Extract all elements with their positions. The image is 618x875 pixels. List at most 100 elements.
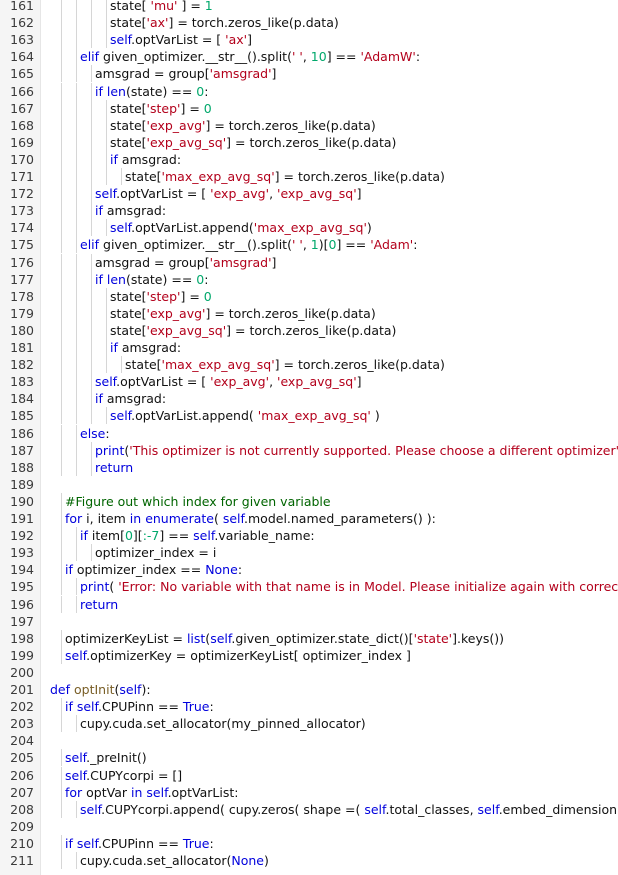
code-token: for: [65, 511, 83, 526]
code-line[interactable]: 168 state['exp_avg'] = torch.zeros_like(p…: [0, 116, 618, 134]
code-line[interactable]: 211 cupy.cuda.set_allocator(None): [0, 852, 618, 869]
code-line[interactable]: 172 self.optVarList = [ 'exp_avg', 'exp_a…: [0, 185, 618, 203]
code-token: .optVarList = [: [131, 32, 226, 48]
line-number: 191: [10, 511, 34, 526]
code-line[interactable]: 197: [0, 613, 618, 630]
code-line[interactable]: 199 self.optimizerKey = optimizerKeyList[…: [0, 646, 618, 664]
code-line[interactable]: 208 self.CUPYcorpi.append( cupy.zeros( sh…: [0, 800, 618, 818]
code-line[interactable]: 202 if self.CPUPinn == True:: [0, 698, 618, 716]
indent-guide: [91, 287, 92, 305]
code-token: )[: [318, 237, 329, 253]
indent-guide: [61, 561, 62, 579]
indent-guide: [61, 202, 62, 220]
indent-guide: [76, 800, 77, 818]
code-token: 'exp_avg': [146, 305, 206, 321]
indent-guide: [91, 14, 92, 32]
code-token: 'ax': [225, 32, 248, 48]
code-token: ]: [356, 186, 362, 202]
code-token: 'exp_avg_sq': [277, 186, 357, 202]
indent-guide: [91, 99, 92, 117]
code-line[interactable]: 188 return: [0, 458, 618, 476]
code-token: ] ==: [326, 49, 361, 65]
code-line[interactable]: 195 print( 'Error: No variable with that …: [0, 578, 618, 596]
code-token: :: [209, 699, 214, 715]
code-text: if amsgrad:: [95, 390, 166, 407]
code-line[interactable]: 170 if amsgrad:: [0, 150, 618, 168]
code-line[interactable]: 183 self.optVarList = [ 'exp_avg', 'exp_a…: [0, 373, 618, 391]
code-token: ,: [302, 49, 311, 65]
code-line[interactable]: 185 self.optVarList.append( 'max_exp_avg_…: [0, 407, 618, 425]
code-token: ] = torch.zeros_like(p.data): [274, 357, 445, 373]
code-line[interactable]: 179 state['exp_avg'] = torch.zeros_like(p…: [0, 304, 618, 322]
code-token: in: [131, 784, 143, 800]
code-token: ,: [269, 374, 278, 390]
code-line[interactable]: 198 optimizerKeyList = list(self.given_op…: [0, 629, 618, 647]
code-token: if: [95, 271, 103, 287]
code-line[interactable]: 177 if len(state) == 0:: [0, 270, 618, 288]
code-text: state[ 'mu' ] = 1: [110, 0, 213, 14]
code-line[interactable]: 165 amsgrad = group['amsgrad']: [0, 65, 618, 83]
indent-guide: [61, 321, 62, 339]
code-line[interactable]: 191 for i, item in enumerate( self.model.…: [0, 510, 618, 527]
code-line[interactable]: 163 self.optVarList = [ 'ax']: [0, 31, 618, 49]
code-line[interactable]: 206 self.CUPYcorpi = []: [0, 766, 618, 784]
code-line[interactable]: 169 state['exp_avg_sq'] = torch.zeros_lik…: [0, 133, 618, 151]
code-text: state['exp_avg'] = torch.zeros_like(p.da…: [110, 117, 376, 134]
code-line[interactable]: 178 state['step'] = 0: [0, 287, 618, 305]
code-line[interactable]: 180 state['exp_avg_sq'] = torch.zeros_lik…: [0, 321, 618, 339]
code-line[interactable]: 193 optimizer_index = i: [0, 544, 618, 562]
code-token: 'max_exp_avg_sq': [161, 357, 275, 373]
code-line[interactable]: 173 if amsgrad:: [0, 202, 618, 220]
code-line[interactable]: 187 print('This optimizer is not currentl…: [0, 441, 618, 459]
code-line[interactable]: 182 state['max_exp_avg_sq'] = torch.zeros…: [0, 356, 618, 374]
code-line[interactable]: 184 if amsgrad:: [0, 390, 618, 408]
line-number: 204: [10, 733, 34, 749]
code-line[interactable]: 164 elif given_optimizer.__str__().split(…: [0, 48, 618, 66]
code-token: 0: [203, 288, 212, 304]
indent-guide: [106, 116, 107, 134]
code-line[interactable]: 175 elif given_optimizer.__str__().split(…: [0, 236, 618, 254]
code-line[interactable]: 194 if optimizer_index == None:: [0, 561, 618, 579]
code-line[interactable]: 167 state['step'] = 0: [0, 99, 618, 117]
code-line[interactable]: 190 #Figure out which index for given var…: [0, 492, 618, 510]
code-token: 'exp_avg_sq': [146, 134, 227, 150]
code-line[interactable]: 181 if amsgrad:: [0, 339, 618, 356]
code-token: ): [264, 853, 269, 868]
code-line[interactable]: 205 self._preInit(): [0, 749, 618, 767]
code-token: ,: [302, 237, 311, 253]
code-line[interactable]: 207 for optVar in self.optVarList:: [0, 783, 618, 801]
indent-guide: [91, 31, 92, 49]
code-line[interactable]: 204: [0, 732, 618, 749]
code-line[interactable]: 201 def optInit(self):: [0, 681, 618, 698]
code-line[interactable]: 196 return: [0, 595, 618, 613]
code-line[interactable]: 200: [0, 664, 618, 681]
code-token: ] =: [180, 288, 204, 304]
code-editor[interactable]: 161 state[ 'mu' ] = 1 162 state['ax'] = tor…: [0, 0, 618, 875]
code-line[interactable]: 203 cupy.cuda.set_allocator(my_pinned_all…: [0, 715, 618, 733]
indent-guide: [91, 321, 92, 339]
code-token: if: [95, 203, 103, 219]
line-number: 181: [10, 340, 34, 355]
code-line[interactable]: 192 if item[0][:-7] == self.variable_name…: [0, 527, 618, 545]
code-line[interactable]: 161 state[ 'mu' ] = 1: [0, 0, 618, 14]
code-line[interactable]: 189: [0, 476, 618, 493]
code-line[interactable]: 162 state['ax'] = torch.zeros_like(p.data…: [0, 14, 618, 32]
code-text: self.CUPYcorpi = []: [65, 767, 182, 784]
line-number: 196: [10, 596, 34, 612]
code-line[interactable]: 171 state['max_exp_avg_sq'] = torch.zeros…: [0, 168, 618, 185]
code-token: 'Adam': [370, 237, 414, 253]
indent-guide: [76, 82, 77, 100]
code-line[interactable]: 210 if self.CPUPinn == True:: [0, 834, 618, 852]
code-line[interactable]: 209: [0, 818, 618, 835]
indent-guide: [106, 304, 107, 322]
code-token: ].keys()): [452, 630, 504, 646]
code-token: True: [182, 835, 210, 851]
indent-guide: [91, 441, 92, 459]
code-line[interactable]: 186 else:: [0, 424, 618, 442]
code-line[interactable]: 166 if len(state) == 0:: [0, 82, 618, 100]
indent-guide: [91, 133, 92, 151]
code-line[interactable]: 174 self.optVarList.append('max_exp_avg_s…: [0, 219, 618, 237]
code-line[interactable]: 176 amsgrad = group['amsgrad']: [0, 253, 618, 271]
indent-guide: [106, 321, 107, 339]
code-token: :: [204, 271, 209, 287]
